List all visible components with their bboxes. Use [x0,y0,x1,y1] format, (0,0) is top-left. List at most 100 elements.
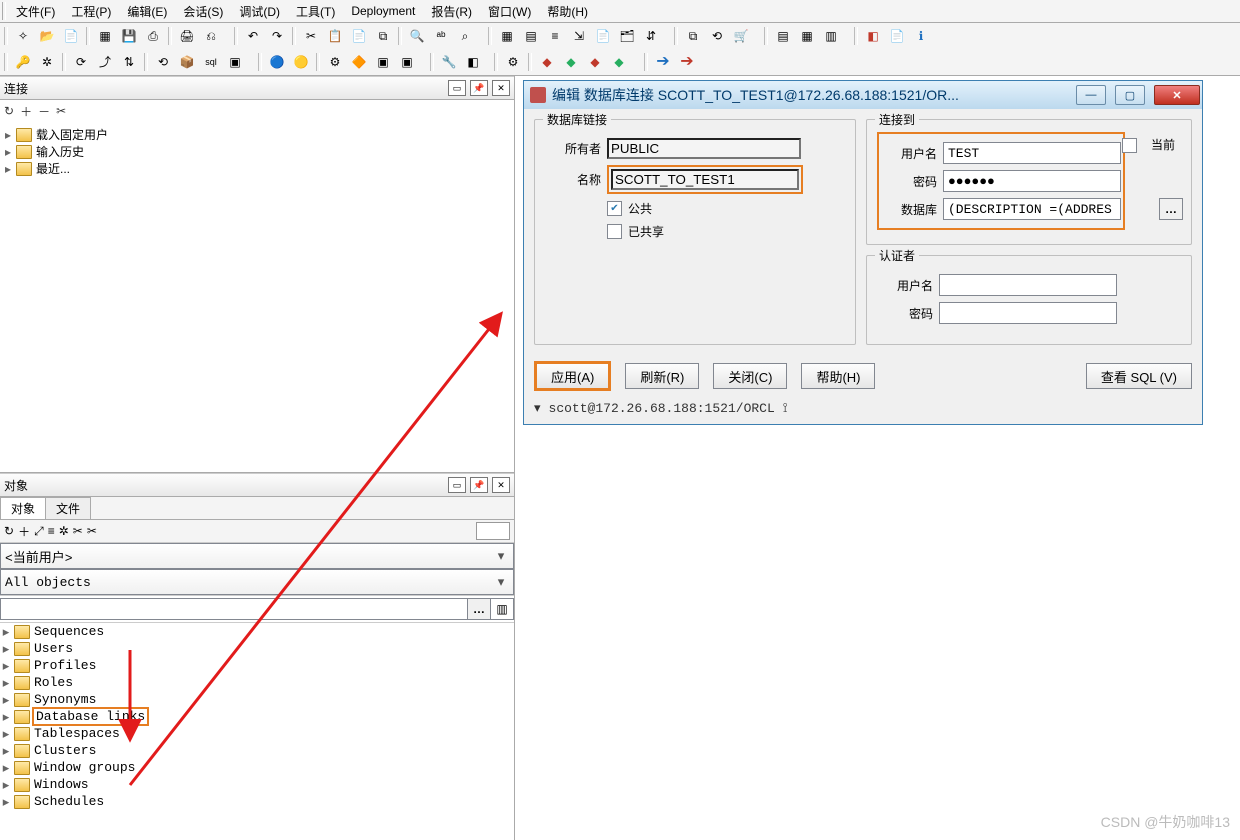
refresh-button[interactable]: 刷新(R) [625,363,699,389]
tb2-key-icon[interactable]: 🔑 [12,51,34,73]
expand-icon[interactable]: ▸ [0,760,12,776]
tb2-p4-icon[interactable]: ◆ [608,51,630,73]
objects-tree-item[interactable]: ▸Window groups [0,759,514,776]
pwd-field[interactable] [943,170,1121,192]
expand-icon[interactable]: ▸ [0,624,12,640]
tb-i1-icon[interactable]: ▤ [772,25,794,47]
expand-icon[interactable]: ▸ [0,692,12,708]
menu-project[interactable]: 工程(P) [63,1,119,22]
objects-tree-item[interactable]: ▸Windows [0,776,514,793]
tb2-i-icon[interactable]: 🔵 [266,51,288,73]
menu-session[interactable]: 会话(S) [175,1,231,22]
objects-tree-item[interactable]: ▸Schedules [0,793,514,810]
connect-dock-icon[interactable]: ▭ [448,80,466,96]
objects-close-icon[interactable]: ✕ [492,477,510,493]
tb-g3-icon[interactable]: ≡ [544,25,566,47]
status-pin-icon[interactable]: ⟟ [783,401,788,416]
tb2-gear-icon[interactable]: ⚙ [502,51,524,73]
tb-copy-icon[interactable]: 📋 [324,25,346,47]
tb2-p3-icon[interactable]: ◆ [584,51,606,73]
expand-icon[interactable]: ▸ [0,658,12,674]
conn-tb-add-icon[interactable]: ＋ [20,103,32,120]
tb2-e-icon[interactable]: ⇅ [118,51,140,73]
tb-new-icon[interactable]: ✧ [12,25,34,47]
tb2-h-icon[interactable]: ▣ [224,51,246,73]
objects-tree[interactable]: ▸Sequences▸Users▸Profiles▸Roles▸Synonyms… [0,622,514,840]
connect-pin-icon[interactable]: 📌 [470,80,488,96]
tb-findnext-icon[interactable]: ⌕ [454,25,476,47]
tb2-m-icon[interactable]: ▣ [372,51,394,73]
close-button[interactable]: 关闭(C) [713,363,787,389]
objects-pin-icon[interactable]: 📌 [470,477,488,493]
objtb-c-icon[interactable]: ≡ [48,524,55,538]
connect-close-icon[interactable]: ✕ [492,80,510,96]
tree-label[interactable]: 最近... [34,160,72,177]
objects-scope-dropdown[interactable]: All objects ▾ [0,569,514,595]
window-minimize-button[interactable]: — [1076,85,1106,105]
tb-info-icon[interactable]: ℹ [910,25,932,47]
tb-redo-icon[interactable]: ↷ [266,25,288,47]
menu-edit[interactable]: 编辑(E) [119,1,175,22]
user-field[interactable] [943,142,1121,164]
objects-user-dropdown[interactable]: <当前用户> ▾ [0,543,514,569]
objtb-add-icon[interactable]: ＋ [18,523,30,540]
tb2-g-icon[interactable]: 📦 [176,51,198,73]
objtb-refresh-icon[interactable]: ↻ [4,524,14,538]
tb-g5-icon[interactable]: 📄 [592,25,614,47]
tb-j2-icon[interactable]: 📄 [886,25,908,47]
tb2-b-icon[interactable]: ✲ [36,51,58,73]
expand-icon[interactable]: ▸ [0,675,12,691]
tb2-l-icon[interactable]: 🔶 [348,51,370,73]
conn-tb-remove-icon[interactable]: － [38,103,50,120]
expand-icon[interactable]: ▸ [0,641,12,657]
tb-g7-icon[interactable]: ⇵ [640,25,662,47]
db-browse-button[interactable]: … [1159,198,1183,220]
expand-icon[interactable]: ▸ [0,726,12,742]
tb2-j-icon[interactable]: 🟡 [290,51,312,73]
tree-label[interactable]: 载入固定用户 [34,126,110,143]
tb-undo-icon[interactable]: ↶ [242,25,264,47]
tb-save-icon[interactable]: 💾 [118,25,140,47]
tab-objects[interactable]: 对象 [0,497,46,519]
tb-cut-icon[interactable]: ✂ [300,25,322,47]
objects-tree-item[interactable]: ▸Roles [0,674,514,691]
menu-debug[interactable]: 调试(D) [231,1,288,22]
tb2-k-icon[interactable]: ⚙ [324,51,346,73]
tb-paste-icon[interactable]: 📄 [348,25,370,47]
tb-print-icon[interactable]: 🖨 [176,25,198,47]
expand-icon[interactable]: ▸ [0,743,12,759]
tb-h2-icon[interactable]: ⟲ [706,25,728,47]
tb2-f-icon[interactable]: ⟲ [152,51,174,73]
expand-icon[interactable]: ▸ [2,162,14,176]
tb-h3-icon[interactable]: 🛒 [730,25,752,47]
objects-tree-item[interactable]: ▸Synonyms [0,691,514,708]
tab-files[interactable]: 文件 [45,497,91,519]
tb-i2-icon[interactable]: ▦ [796,25,818,47]
tb2-p1-icon[interactable]: ◆ [536,51,558,73]
menu-help[interactable]: 帮助(H) [539,1,596,22]
tb-printprev-icon[interactable]: ⎌ [200,25,222,47]
objects-filter-opt-button[interactable]: ▥ [490,598,514,620]
apply-button[interactable]: 应用(A) [534,361,611,391]
dialog-titlebar[interactable]: 编辑 数据库连接 SCOTT_TO_TEST1@172.26.68.188:15… [524,81,1202,109]
tb2-o-icon[interactable]: ◧ [462,51,484,73]
view-sql-button[interactable]: 查看 SQL (V) [1086,363,1192,389]
expand-icon[interactable]: ▸ [0,709,12,725]
expand-icon[interactable]: ▸ [2,145,14,159]
tb-open-icon[interactable]: 📂 [36,25,58,47]
tb-doc-icon[interactable]: 📄 [60,25,82,47]
objtb-e-icon[interactable]: ✂ [73,524,83,538]
objects-tree-item[interactable]: ▸Profiles [0,657,514,674]
tb-i3-icon[interactable]: ▥ [820,25,842,47]
window-maximize-button[interactable]: ▢ [1115,85,1145,105]
help-button[interactable]: 帮助(H) [801,363,875,389]
objtb-b-icon[interactable]: ⤢ [34,524,44,539]
auth-pwd-field[interactable] [939,302,1117,324]
tb2-wrench-icon[interactable]: 🔧 [438,51,460,73]
objtb-f-icon[interactable]: ✂ [87,524,97,538]
tb-j1-icon[interactable]: ◧ [862,25,884,47]
tb2-fwd-icon[interactable]: ➔ [676,51,698,73]
expand-icon[interactable]: ▸ [2,128,14,142]
objects-tree-item[interactable]: ▸Sequences [0,623,514,640]
objects-tree-item[interactable]: ▸Clusters [0,742,514,759]
